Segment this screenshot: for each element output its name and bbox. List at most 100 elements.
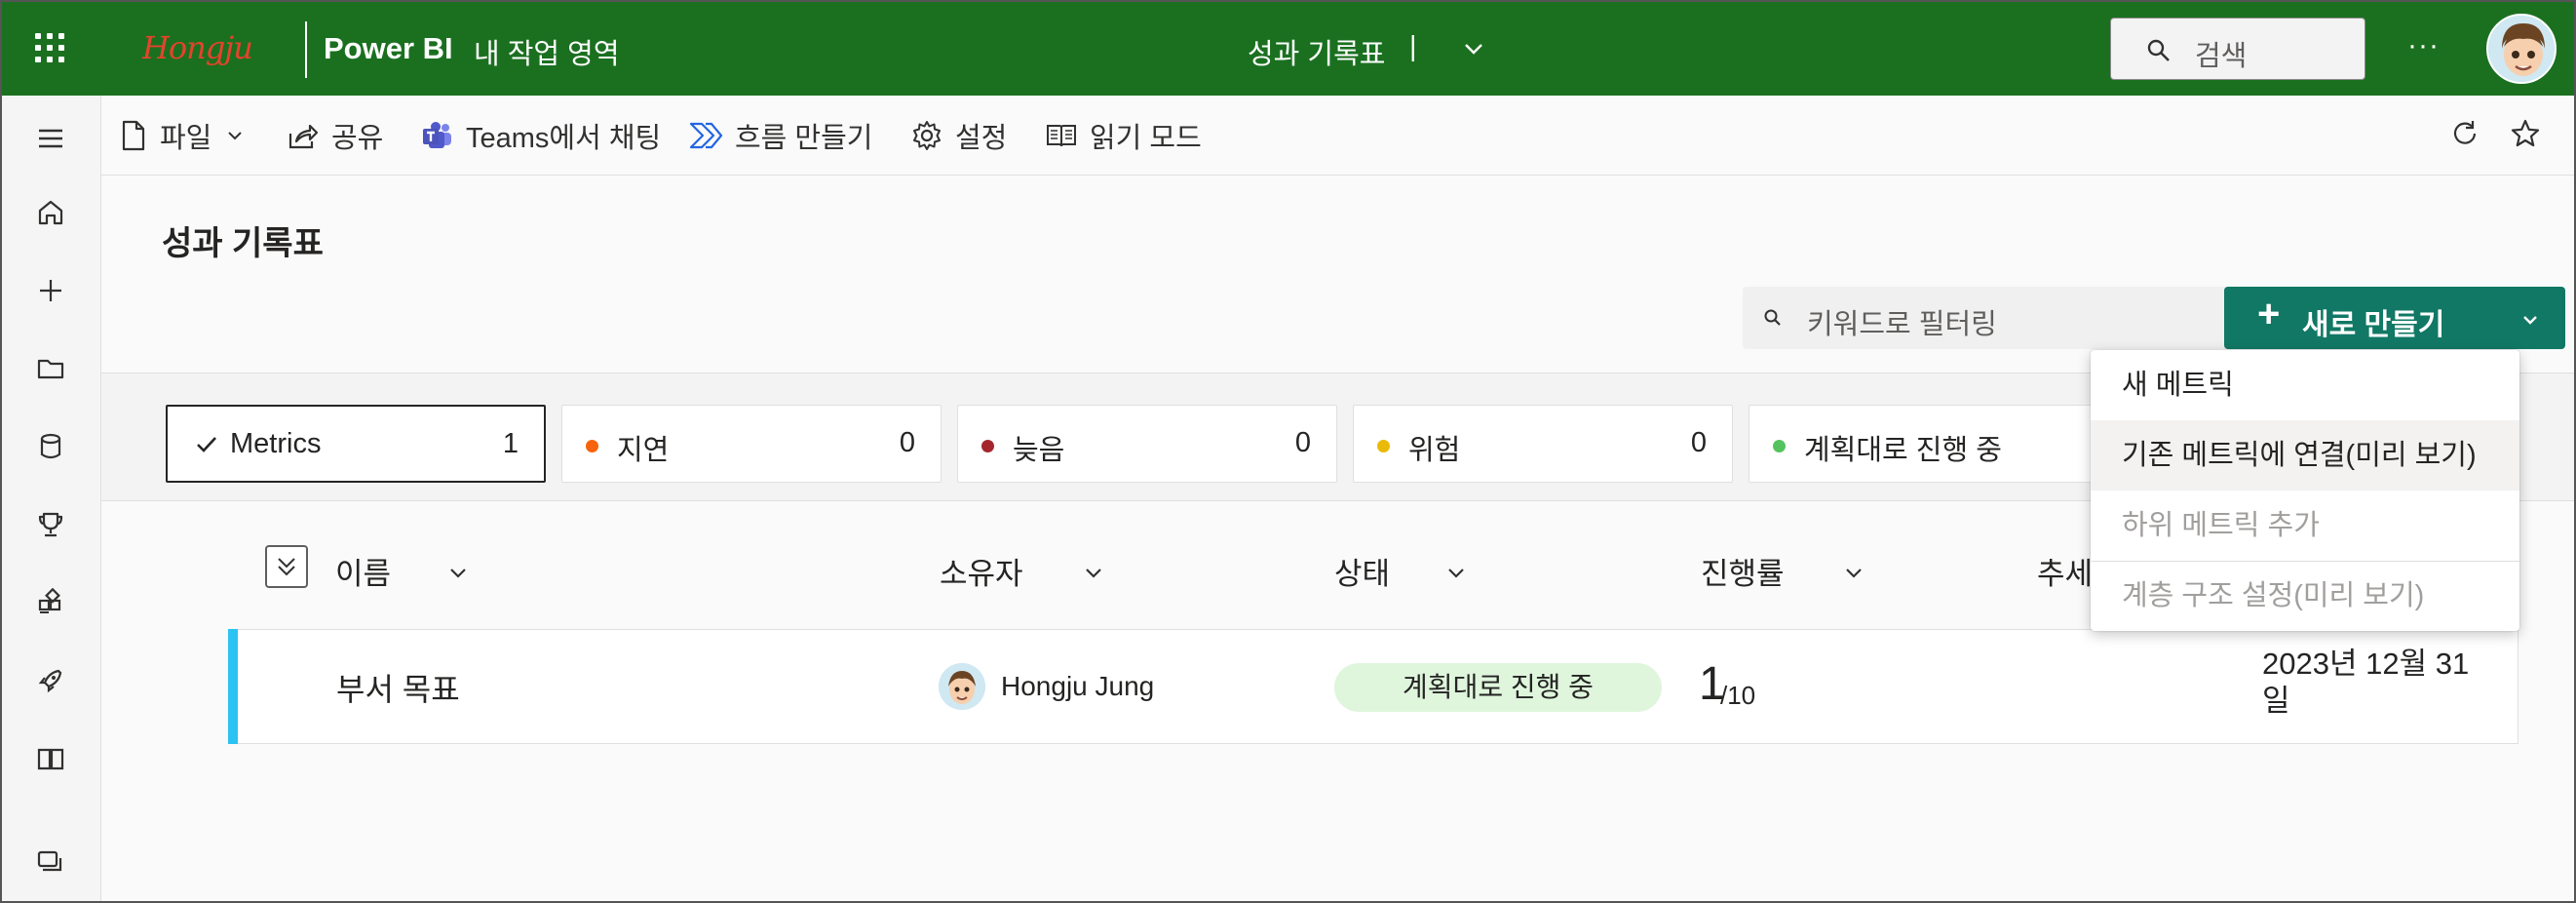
divider — [305, 21, 307, 78]
global-search-input[interactable]: 검색 — [2110, 18, 2365, 80]
menu-item-add-submetric: 하위 메트릭 추가 — [2122, 510, 2320, 541]
chevron-down-icon[interactable] — [1460, 35, 1487, 62]
menu-item-new-metric[interactable]: 새 메트릭 — [2091, 350, 2519, 420]
status-card-label: 위험 — [1408, 435, 1461, 466]
status-card-on-track[interactable]: 계획대로 진행 중 — [1749, 405, 2129, 483]
menu-item-connect-existing[interactable]: 기존 메트릭에 연결(미리 보기) — [2091, 420, 2519, 491]
progress-target: /10 — [1720, 681, 1756, 710]
due-date: 2023년 12월 31일 — [2262, 647, 2470, 718]
learn-book-icon[interactable] — [33, 741, 68, 776]
browse-folder-icon[interactable] — [33, 351, 68, 386]
status-card-at-risk[interactable]: 위험 0 — [1353, 405, 1733, 483]
reading-mode-button[interactable]: 읽기 모드 — [1045, 115, 1202, 156]
status-card-delayed[interactable]: 지연 0 — [561, 405, 942, 483]
chevron-down-icon[interactable] — [1082, 562, 1105, 585]
left-nav — [2, 96, 101, 901]
search-icon — [1764, 309, 1781, 326]
chevron-down-icon[interactable] — [446, 562, 470, 585]
new-button-label: 새로 만들기 — [2302, 309, 2445, 341]
chevron-down-icon — [228, 132, 243, 140]
column-header-owner[interactable]: 소유자 — [940, 549, 1023, 593]
flow-label: 흐름 만들기 — [735, 123, 873, 154]
hamburger-menu-icon[interactable] — [33, 121, 68, 156]
apps-icon[interactable] — [33, 585, 68, 620]
create-flow-button[interactable]: 흐름 만들기 — [688, 115, 872, 156]
power-automate-icon — [689, 122, 723, 149]
status-card-label: 늦음 — [1013, 435, 1065, 466]
share-label: 공유 — [331, 123, 384, 154]
double-chevron-down-icon — [278, 558, 295, 576]
avatar-face-icon — [2488, 16, 2555, 82]
document-title[interactable]: 성과 기록표 — [1248, 31, 1385, 72]
teams-icon — [423, 122, 451, 148]
new-create-button[interactable]: + 새로 만들기 — [2224, 287, 2565, 349]
status-card-label: 지연 — [617, 435, 670, 466]
teams-label: Teams에서 채팅 — [466, 123, 662, 154]
column-header-name[interactable]: 이름 — [335, 549, 391, 593]
reading-view-icon — [1047, 125, 1076, 147]
app-launcher-icon[interactable] — [35, 33, 64, 62]
column-header-trend[interactable]: 추세 — [2037, 549, 2093, 593]
chevron-down-icon[interactable] — [1842, 562, 1865, 585]
file-menu-button[interactable]: 파일 — [119, 115, 256, 156]
status-card-label: Metrics — [230, 428, 322, 459]
metrics-trophy-icon[interactable] — [33, 507, 68, 542]
share-button[interactable]: 공유 — [287, 115, 383, 156]
home-icon[interactable] — [33, 195, 68, 230]
owner-avatar — [939, 663, 985, 710]
status-card-count: 0 — [899, 427, 915, 458]
title-separator: | — [1409, 31, 1417, 62]
status-dot-icon — [586, 440, 598, 452]
table-row[interactable]: 부서 목표 Hongju Jung 계획대로 진행 중 1 /10 2023년 … — [228, 629, 2518, 744]
metric-name[interactable]: 부서 목표 — [336, 665, 460, 710]
settings-button[interactable]: 설정 — [910, 115, 1007, 156]
owner-name: Hongju Jung — [1001, 671, 1155, 701]
teams-chat-button[interactable]: Teams에서 채팅 — [421, 115, 661, 156]
settings-label: 설정 — [955, 123, 1008, 154]
keyword-filter-input[interactable]: 키워드로 필터링 — [1743, 287, 2290, 349]
chevron-down-icon — [2523, 316, 2537, 325]
filter-placeholder: 키워드로 필터링 — [1807, 309, 1997, 340]
new-dropdown-menu: 새 메트릭 기존 메트릭에 연결(미리 보기) 하위 메트릭 추가 계층 구조 … — [2091, 350, 2519, 631]
status-card-label: 계획대로 진행 중 — [1804, 435, 2002, 466]
refresh-icon[interactable] — [2448, 117, 2481, 150]
app-window: Hongju Power BI 내 작업 영역 성과 기록표 | 검색 ··· — [0, 0, 2576, 903]
toolbar: 파일 공유 Teams에서 채팅 흐름 만들기 설정 읽기 모드 — [101, 96, 2574, 176]
status-dot-icon — [1773, 440, 1786, 452]
search-icon — [2147, 39, 2170, 61]
page-title: 성과 기록표 — [162, 225, 324, 262]
create-plus-icon[interactable] — [33, 273, 68, 308]
file-icon — [122, 120, 145, 151]
favorite-star-icon[interactable] — [2509, 117, 2542, 150]
file-label: 파일 — [160, 123, 212, 154]
status-dot-icon — [1377, 440, 1390, 452]
workspaces-icon[interactable] — [33, 844, 68, 880]
share-icon — [288, 124, 319, 149]
status-pill[interactable]: 계획대로 진행 중 — [1334, 663, 1662, 712]
search-placeholder: 검색 — [2195, 41, 2248, 72]
user-avatar[interactable] — [2486, 14, 2557, 84]
status-card-count: 0 — [1690, 427, 1707, 458]
column-header-status[interactable]: 상태 — [1334, 549, 1390, 593]
menu-item-set-hierarchy: 계층 구조 설정(미리 보기) — [2122, 580, 2425, 611]
checkmark-icon — [197, 437, 216, 452]
data-hub-cylinder-icon[interactable] — [33, 429, 68, 464]
deployment-rocket-icon[interactable] — [33, 663, 68, 698]
status-card-late[interactable]: 늦음 0 — [957, 405, 1337, 483]
collapse-all-button[interactable] — [265, 545, 308, 588]
avatar-face-icon — [939, 663, 985, 710]
brand-logo: Hongju — [142, 29, 253, 66]
more-options-icon[interactable]: ··· — [2407, 29, 2440, 62]
plus-icon: + — [2257, 293, 2281, 335]
top-bar: Hongju Power BI 내 작업 영역 성과 기록표 | 검색 ··· — [2, 2, 2574, 96]
gear-icon — [913, 121, 941, 150]
reading-label: 읽기 모드 — [1090, 123, 1202, 154]
row-accent-bar — [228, 629, 238, 744]
status-card-metrics[interactable]: Metrics 1 — [166, 405, 546, 483]
status-dot-icon — [981, 440, 994, 452]
app-name[interactable]: Power BI — [324, 31, 453, 66]
chevron-down-icon[interactable] — [1444, 562, 1468, 585]
status-card-count: 0 — [1294, 427, 1311, 458]
workspace-breadcrumb[interactable]: 내 작업 영역 — [474, 31, 620, 72]
column-header-progress[interactable]: 진행률 — [1701, 549, 1785, 593]
